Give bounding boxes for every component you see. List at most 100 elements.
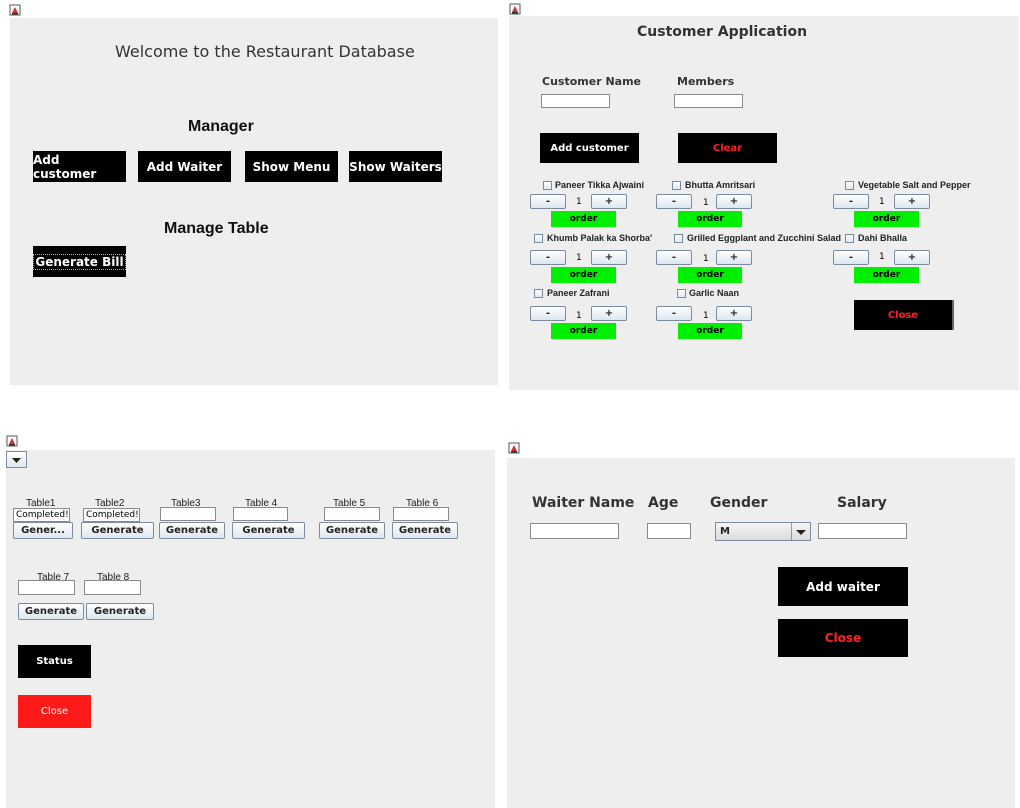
manage-table-heading: Manage Table xyxy=(164,220,269,237)
generate-button[interactable]: Generate xyxy=(86,603,154,620)
generate-button[interactable]: Gener... xyxy=(13,522,73,539)
show-waiters-button[interactable]: Show Waiters xyxy=(349,151,442,182)
gender-selected-value: M xyxy=(720,526,730,537)
waiter-name-input[interactable] xyxy=(530,523,619,539)
menu-item-name: Khumb Palak ka Shorba' xyxy=(547,233,653,243)
menu-item-qty: 1 xyxy=(879,252,885,262)
menu-item-checkbox[interactable] xyxy=(534,234,543,243)
status-button[interactable]: Status xyxy=(18,645,91,678)
java-window-icon xyxy=(6,435,18,447)
add-waiter-button[interactable]: Add Waiter xyxy=(138,151,231,182)
increase-qty-button[interactable]: + xyxy=(591,194,627,209)
menu-item-name: Bhutta Amritsari xyxy=(685,180,756,190)
menu-item-checkbox[interactable] xyxy=(677,289,686,298)
gender-label: Gender xyxy=(710,495,768,511)
menu-item-qty: 1 xyxy=(703,311,709,321)
age-label: Age xyxy=(648,495,679,511)
order-button[interactable]: order xyxy=(551,323,616,339)
table-status-field[interactable] xyxy=(160,507,216,521)
members-input[interactable] xyxy=(674,94,743,108)
table-status-field[interactable] xyxy=(393,507,449,521)
dropdown-arrow-icon xyxy=(791,523,806,540)
generate-bill-label: Generate Bill xyxy=(33,253,126,270)
show-menu-button[interactable]: Show Menu xyxy=(245,151,338,182)
generate-button[interactable]: Generate xyxy=(81,522,154,539)
order-button[interactable]: order xyxy=(678,323,742,339)
menu-item-name: Garlic Naan xyxy=(689,288,740,298)
close-button[interactable]: Close xyxy=(778,619,908,657)
generate-bill-button[interactable]: Generate Bill xyxy=(33,246,126,277)
add-customer-button[interactable]: Add customer xyxy=(33,151,126,182)
dropdown-arrow-icon xyxy=(12,458,21,463)
members-label: Members xyxy=(677,75,735,88)
order-button[interactable]: order xyxy=(854,267,919,283)
clear-button[interactable]: Clear xyxy=(678,133,777,163)
close-button[interactable]: Close xyxy=(854,300,954,330)
increase-qty-button[interactable]: + xyxy=(591,306,627,321)
increase-qty-button[interactable]: + xyxy=(716,194,752,209)
order-button[interactable]: order xyxy=(551,211,616,227)
customer-title: Customer Application xyxy=(637,24,808,40)
java-window-icon xyxy=(508,442,520,454)
salary-input[interactable] xyxy=(818,523,907,539)
menu-item-checkbox[interactable] xyxy=(543,181,552,190)
menu-item-name: Paneer Tikka Ajwaini xyxy=(555,180,645,190)
increase-qty-button[interactable]: + xyxy=(716,250,752,265)
tables-window: Table1 Completed! Gener... Table2 Comple… xyxy=(6,450,495,808)
decrease-qty-button[interactable]: - xyxy=(530,250,566,265)
menu-item-name: Grilled Eggplant and Zucchini Salad xyxy=(687,233,842,243)
waiter-name-label: Waiter Name xyxy=(532,495,635,511)
table-status-field[interactable] xyxy=(324,507,380,521)
add-customer-submit-button[interactable]: Add customer xyxy=(540,133,639,163)
decrease-qty-button[interactable]: - xyxy=(530,306,566,321)
generate-button[interactable]: Generate xyxy=(18,603,84,620)
generate-button[interactable]: Generate xyxy=(159,522,225,539)
gender-select[interactable]: M xyxy=(715,522,811,541)
table-status-field[interactable] xyxy=(18,580,75,595)
table-status-field[interactable]: Completed! xyxy=(13,508,70,522)
decrease-qty-button[interactable]: - xyxy=(530,194,566,209)
table-select[interactable] xyxy=(6,451,27,468)
menu-item-qty: 1 xyxy=(703,198,709,208)
decrease-qty-button[interactable]: - xyxy=(656,250,692,265)
decrease-qty-button[interactable]: - xyxy=(833,250,869,265)
menu-item-name: Dahi Bhalla xyxy=(858,233,908,243)
menu-item-qty: 1 xyxy=(576,197,582,207)
increase-qty-button[interactable]: + xyxy=(716,306,752,321)
generate-button[interactable]: Generate xyxy=(319,522,385,539)
waiter-window: Waiter Name Age Gender Salary M Add wait… xyxy=(507,458,1015,808)
table-status-field[interactable] xyxy=(84,580,141,595)
customer-name-input[interactable] xyxy=(541,94,610,108)
decrease-qty-button[interactable]: - xyxy=(833,194,869,209)
welcome-title: Welcome to the Restaurant Database xyxy=(115,42,415,61)
order-button[interactable]: order xyxy=(551,267,616,283)
menu-item-checkbox[interactable] xyxy=(845,181,854,190)
generate-button[interactable]: Generate xyxy=(232,522,305,539)
increase-qty-button[interactable]: + xyxy=(894,194,930,209)
order-button[interactable]: order xyxy=(854,211,919,227)
menu-item-qty: 1 xyxy=(703,254,709,264)
menu-item-checkbox[interactable] xyxy=(672,181,681,190)
menu-item-name: Paneer Zafrani xyxy=(547,288,610,298)
add-waiter-submit-button[interactable]: Add waiter xyxy=(778,567,908,606)
increase-qty-button[interactable]: + xyxy=(894,250,930,265)
menu-item-checkbox[interactable] xyxy=(674,234,683,243)
order-button[interactable]: order xyxy=(678,267,742,283)
menu-item-checkbox[interactable] xyxy=(845,234,854,243)
table-status-field[interactable] xyxy=(233,507,288,521)
java-window-icon xyxy=(509,3,521,15)
age-input[interactable] xyxy=(647,523,691,539)
close-button[interactable]: Close xyxy=(18,695,91,728)
order-button[interactable]: order xyxy=(678,211,742,227)
customer-name-label: Customer Name xyxy=(542,75,641,88)
menu-item-qty: 1 xyxy=(879,197,885,207)
menu-item-checkbox[interactable] xyxy=(534,289,543,298)
generate-button[interactable]: Generate xyxy=(392,522,458,539)
welcome-window: Welcome to the Restaurant Database Manag… xyxy=(10,18,498,385)
decrease-qty-button[interactable]: - xyxy=(656,306,692,321)
decrease-qty-button[interactable]: - xyxy=(656,194,692,209)
menu-item-qty: 1 xyxy=(576,311,582,321)
table-status-field[interactable]: Completed! xyxy=(83,508,140,522)
java-window-icon xyxy=(9,4,21,16)
increase-qty-button[interactable]: + xyxy=(591,250,627,265)
